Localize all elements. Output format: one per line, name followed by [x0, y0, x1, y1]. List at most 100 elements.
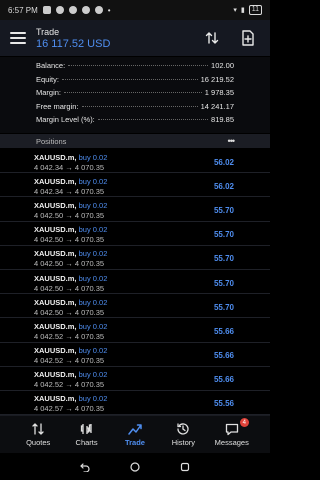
position-row[interactable]: XAUUSD.m, buy 0.02 4 042.50 → 4 070.35 5… [0, 270, 270, 295]
position-title: XAUUSD.m, buy 0.02 [34, 201, 107, 210]
position-info: XAUUSD.m, buy 0.02 4 042.34 → 4 070.35 [34, 177, 107, 196]
tab-label: Trade [124, 438, 145, 447]
position-title: XAUUSD.m, buy 0.02 [34, 298, 107, 307]
back-icon[interactable] [80, 462, 90, 472]
position-prices: 4 042.50 → 4 070.35 [34, 210, 105, 220]
position-profit: 55.70 [213, 278, 234, 288]
quotes-icon [32, 423, 44, 435]
app-header: Trade 16 117.52 USD [0, 20, 270, 56]
tab-history[interactable]: History [162, 422, 204, 447]
open-price: 4 042.50 [34, 259, 64, 269]
history-icon [177, 423, 189, 435]
tab-quotes[interactable]: Quotes [17, 422, 59, 447]
tab-label: Charts [75, 438, 98, 447]
position-row[interactable]: XAUUSD.m, buy 0.02 4 042.52 → 4 070.35 5… [0, 318, 270, 343]
summary-label: Margin Level (%): [36, 115, 95, 124]
position-info: XAUUSD.m, buy 0.02 4 042.34 → 4 070.35 [34, 153, 107, 172]
position-profit: 55.66 [213, 375, 234, 385]
status-right: ▾ ▮ 11 [233, 5, 262, 15]
open-price: 4 042.34 [34, 162, 64, 172]
status-left: 6:57 PM • [8, 6, 111, 15]
notification-icon [42, 6, 51, 14]
position-symbol: XAUUSD.m, [34, 273, 77, 283]
position-row[interactable]: XAUUSD.m, buy 0.02 4 042.50 → 4 070.35 5… [0, 197, 270, 222]
position-action: buy 0.02 [78, 152, 108, 162]
position-prices: 4 042.52 → 4 070.35 [34, 331, 105, 341]
tab-label: Quotes [26, 438, 51, 447]
position-info: XAUUSD.m, buy 0.02 4 042.57 → 4 070.35 [34, 394, 107, 413]
open-price: 4 042.52 [34, 331, 64, 341]
current-price: 4 070.35 [74, 283, 105, 293]
open-price: 4 042.50 [34, 235, 64, 245]
position-title: XAUUSD.m, buy 0.02 [34, 153, 107, 162]
summary-value: 819.85 [211, 115, 234, 124]
header-text: Trade 16 117.52 USD [36, 27, 188, 50]
menu-icon[interactable] [10, 32, 26, 44]
position-profit: 55.56 [213, 399, 234, 409]
position-title: XAUUSD.m, buy 0.02 [34, 370, 107, 379]
recents-icon[interactable] [180, 462, 190, 472]
battery-icon: 11 [248, 5, 262, 15]
charts-icon [80, 424, 92, 434]
open-price: 4 042.52 [34, 356, 64, 366]
summary-row-balance: Balance: 102.00 [36, 61, 234, 75]
position-prices: 4 042.52 → 4 070.35 [34, 380, 105, 390]
position-action: buy 0.02 [78, 297, 108, 307]
tab-label: Messages [214, 438, 249, 447]
status-time: 6:57 PM [8, 5, 38, 15]
home-icon[interactable] [130, 461, 140, 472]
signal-icon: ▮ [240, 7, 245, 14]
account-summary: Balance: 102.00 Equity: 16 219.52 Margin… [0, 57, 270, 133]
current-price: 4 070.35 [74, 404, 105, 414]
position-action: buy 0.02 [78, 273, 108, 283]
position-row[interactable]: XAUUSD.m, buy 0.02 4 042.52 → 4 070.35 5… [0, 367, 270, 391]
position-row[interactable]: XAUUSD.m, buy 0.02 4 042.34 → 4 070.35 5… [0, 173, 270, 198]
position-row[interactable]: XAUUSD.m, buy 0.02 4 042.34 → 4 070.35 5… [0, 149, 270, 174]
open-price: 4 042.50 [34, 307, 64, 317]
position-symbol: XAUUSD.m, [34, 321, 77, 331]
position-action: buy 0.02 [78, 176, 108, 186]
open-price: 4 042.52 [34, 380, 64, 390]
position-title: XAUUSD.m, buy 0.02 [34, 274, 107, 283]
dotted-leader [97, 119, 209, 120]
summary-row-margin-level: Margin Level (%): 819.85 [36, 115, 234, 129]
position-action: buy 0.02 [78, 370, 108, 380]
tab-charts[interactable]: Charts [66, 422, 108, 447]
more-options-icon[interactable]: ••• [228, 136, 236, 146]
position-profit: 56.02 [213, 181, 234, 191]
tab-trade[interactable]: Trade [114, 422, 156, 447]
position-info: XAUUSD.m, buy 0.02 4 042.50 → 4 070.35 [34, 201, 107, 220]
position-row[interactable]: XAUUSD.m, buy 0.02 4 042.52 → 4 070.35 5… [0, 343, 270, 367]
current-price: 4 070.35 [74, 186, 105, 196]
position-profit: 55.66 [213, 326, 234, 336]
position-profit: 55.66 [213, 351, 234, 361]
wifi-icon: ▾ [233, 7, 237, 14]
new-order-button[interactable] [236, 26, 260, 50]
position-action: buy 0.02 [78, 346, 108, 356]
current-price: 4 070.35 [74, 307, 105, 317]
tab-messages[interactable]: 4 Messages [211, 418, 253, 447]
summary-label: Margin: [36, 88, 62, 97]
position-profit: 55.70 [213, 205, 234, 215]
app-icon [81, 6, 90, 14]
status-bar: 6:57 PM • ▾ ▮ 11 [0, 0, 270, 20]
current-price: 4 070.35 [74, 210, 105, 220]
position-row[interactable]: XAUUSD.m, buy 0.02 4 042.50 → 4 070.35 5… [0, 246, 270, 270]
messages-badge: 4 [239, 418, 249, 427]
positions-list: XAUUSD.m, buy 0.02 4 042.34 → 4 070.35 5… [0, 149, 270, 415]
summary-row-equity: Equity: 16 219.52 [36, 75, 234, 89]
position-row[interactable]: XAUUSD.m, buy 0.02 4 042.50 → 4 070.35 5… [0, 294, 270, 319]
position-row[interactable]: XAUUSD.m, buy 0.02 4 042.50 → 4 070.35 5… [0, 222, 270, 246]
position-profit: 55.70 [213, 254, 234, 264]
sort-button[interactable] [200, 26, 224, 50]
position-profit: 56.02 [213, 157, 234, 167]
dotted-leader [64, 92, 202, 93]
current-price: 4 070.35 [74, 331, 105, 341]
position-title: XAUUSD.m, buy 0.02 [34, 249, 107, 258]
dotted-leader [61, 78, 198, 80]
new-order-icon [242, 30, 254, 46]
positions-header: Positions ••• [0, 134, 270, 148]
position-row[interactable]: XAUUSD.m, buy 0.02 4 042.57 → 4 070.35 5… [0, 391, 270, 415]
summary-label: Balance: [36, 61, 66, 70]
position-prices: 4 042.34 → 4 070.35 [34, 186, 105, 196]
